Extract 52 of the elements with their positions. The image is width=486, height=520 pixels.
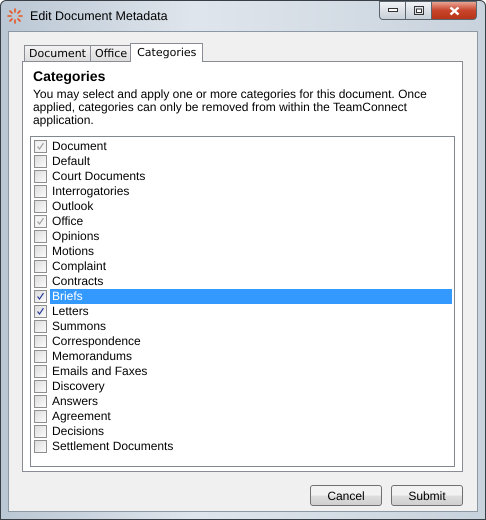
checkbox[interactable]: [34, 395, 47, 408]
checkbox[interactable]: [34, 275, 47, 288]
category-item[interactable]: Motions: [50, 244, 452, 259]
checkbox[interactable]: [34, 290, 47, 303]
checkbox[interactable]: [34, 185, 47, 198]
checkbox[interactable]: [34, 425, 47, 438]
checkbox[interactable]: [34, 230, 47, 243]
cancel-button[interactable]: Cancel: [310, 485, 382, 506]
category-item[interactable]: Outlook: [50, 199, 452, 214]
checkbox[interactable]: [34, 155, 47, 168]
checkbox[interactable]: [34, 440, 47, 453]
tab[interactable]: Categories: [130, 43, 204, 62]
checkbox[interactable]: [34, 200, 47, 213]
minimize-button[interactable]: [379, 1, 406, 20]
category-item[interactable]: Settlement Documents: [50, 439, 452, 454]
category-item[interactable]: Default: [50, 154, 452, 169]
minimize-icon: [388, 8, 398, 13]
checkbox[interactable]: [34, 365, 47, 378]
tab[interactable]: Document: [24, 45, 91, 61]
category-item[interactable]: Interrogatories: [50, 184, 452, 199]
checkbox[interactable]: [34, 305, 47, 318]
category-item[interactable]: Answers: [50, 394, 452, 409]
checkbox[interactable]: [34, 245, 47, 258]
window-title: Edit Document Metadata: [30, 9, 169, 23]
category-item[interactable]: Summons: [50, 319, 452, 334]
maximize-button[interactable]: [406, 1, 432, 20]
description-text: You may select and apply one or more categories for this document. Once applied, categories can only be removed from within the TeamConnect application.: [33, 88, 428, 127]
category-item[interactable]: Decisions: [50, 424, 452, 439]
checkbox[interactable]: [34, 335, 47, 348]
category-item[interactable]: Complaint: [50, 259, 452, 274]
tab[interactable]: Office: [90, 45, 132, 61]
category-item[interactable]: Court Documents: [50, 169, 452, 184]
checkbox[interactable]: [34, 260, 47, 273]
category-item[interactable]: Emails and Faxes: [50, 364, 452, 379]
close-icon: [448, 6, 460, 16]
category-item[interactable]: Letters: [50, 304, 452, 319]
checkbox[interactable]: [34, 170, 47, 183]
maximize-icon: [414, 6, 424, 15]
category-item[interactable]: Discovery: [50, 379, 452, 394]
submit-button[interactable]: Submit: [391, 485, 463, 506]
category-item[interactable]: Contracts: [50, 274, 452, 289]
app-logo-icon: [7, 8, 23, 24]
close-button[interactable]: [432, 1, 477, 20]
category-item[interactable]: Agreement: [50, 409, 452, 424]
section-heading: Categories: [33, 68, 106, 85]
checkbox[interactable]: [34, 320, 47, 333]
checkbox[interactable]: [34, 410, 47, 423]
checkbox[interactable]: [34, 380, 47, 393]
category-item[interactable]: Opinions: [50, 229, 452, 244]
category-item[interactable]: Memorandums: [50, 349, 452, 364]
category-item[interactable]: Correspondence: [50, 334, 452, 349]
checkbox[interactable]: [34, 350, 47, 363]
